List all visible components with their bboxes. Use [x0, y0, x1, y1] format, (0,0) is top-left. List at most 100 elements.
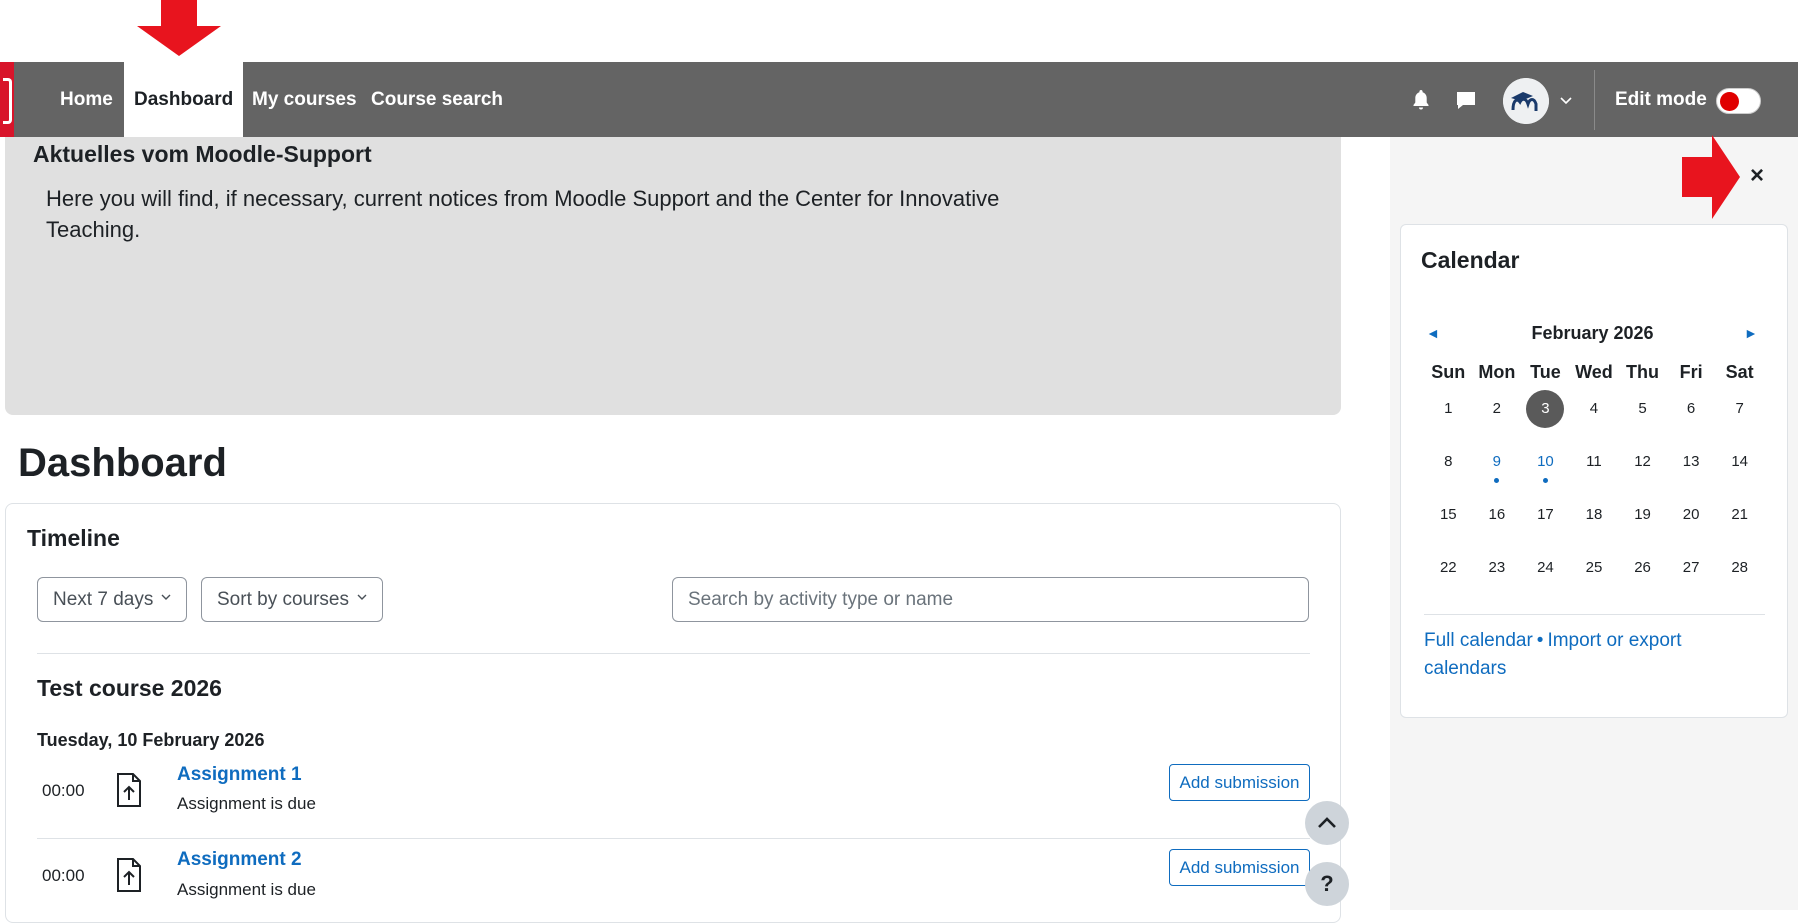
divider [37, 838, 1310, 839]
calendar-day-number: 14 [1731, 453, 1748, 470]
day-filter-label: Next 7 days [53, 589, 154, 610]
nav-course-search[interactable]: Course search [361, 62, 513, 137]
event-subtitle: Assignment is due [177, 880, 316, 899]
nav-home[interactable]: Home [50, 62, 123, 137]
calendar-day-number: 28 [1731, 559, 1748, 576]
calendar-day: 17 [1521, 496, 1570, 549]
calendar-footer-links: Full calendar • Import or export calendars [1424, 627, 1754, 683]
top-band [0, 0, 1798, 62]
calendar-day-number: 20 [1682, 506, 1700, 523]
calendar-day: 22 [1424, 549, 1473, 602]
user-menu-chevron-down-icon[interactable] [1559, 93, 1573, 107]
calendar-day: 5 [1618, 390, 1667, 443]
calendar-week-row: 8 9 10 11 12 13 14 [1424, 443, 1764, 496]
edit-mode-label: Edit mode [1615, 89, 1707, 110]
calendar-day: 28 [1715, 549, 1764, 602]
calendar-day: 1 [1424, 390, 1473, 443]
calendar-day-number: 25 [1585, 559, 1603, 576]
full-calendar-link[interactable]: Full calendar [1424, 630, 1533, 651]
event-time: 00:00 [42, 866, 85, 885]
chat-icon[interactable] [1454, 88, 1478, 112]
calendar-day: 20 [1667, 496, 1716, 549]
calendar-day-number: 6 [1686, 400, 1696, 417]
user-avatar-icon [1503, 78, 1549, 124]
calendar-day-number: 1 [1444, 400, 1453, 417]
bell-icon[interactable] [1409, 88, 1433, 112]
annotation-arrow-down-icon [137, 0, 221, 56]
weekday-label: Fri [1679, 362, 1703, 382]
back-to-top-button[interactable] [1305, 801, 1349, 845]
event-link-assignment-1[interactable]: Assignment 1 [177, 764, 302, 786]
add-submission-button[interactable]: Add submission [1169, 849, 1310, 886]
calendar-day: 4 [1570, 390, 1619, 443]
calendar-day-number[interactable]: 9 [1478, 443, 1516, 481]
calendar-day: 12 [1618, 443, 1667, 496]
calendar-day-number: 17 [1537, 506, 1554, 523]
add-submission-button[interactable]: Add submission [1169, 764, 1310, 801]
avatar[interactable] [1503, 78, 1549, 124]
calendar-today: 3 [1526, 390, 1565, 428]
calendar-day-number: 22 [1439, 559, 1457, 576]
calendar-day-number: 24 [1537, 559, 1554, 576]
close-drawer-button[interactable]: × [1750, 162, 1764, 190]
day-filter-dropdown[interactable]: Next 7 days [37, 577, 188, 622]
calendar-day: 27 [1667, 549, 1716, 602]
event-time: 00:00 [42, 781, 85, 800]
chevron-down-icon [357, 594, 367, 600]
assignment-upload-icon [117, 773, 141, 807]
calendar-day-number: 12 [1634, 453, 1651, 470]
calendar-day: 24 [1521, 549, 1570, 602]
calendar-day: 15 [1424, 496, 1473, 549]
help-button[interactable]: ? [1305, 862, 1349, 906]
notice-title: Aktuelles vom Moodle-Support [33, 141, 372, 167]
toggle-knob [1720, 92, 1739, 111]
calendar-week-row: 15 16 17 18 19 20 21 [1424, 496, 1764, 549]
weekday-label: Mon [1478, 362, 1516, 382]
calendar-day: 7 [1715, 390, 1764, 443]
calendar-day-number[interactable]: 10 [1526, 443, 1564, 481]
previous-month-arrow-icon[interactable]: ◄ [1426, 325, 1440, 341]
edit-mode-toggle[interactable] [1716, 88, 1761, 114]
calendar-day-number: 15 [1439, 506, 1457, 523]
calendar-title: Calendar [1421, 247, 1520, 273]
calendar-day-number: 19 [1634, 506, 1651, 523]
next-month-arrow-icon[interactable]: ► [1744, 325, 1758, 341]
calendar-day-number: 23 [1488, 559, 1506, 576]
calendar-day-number: 4 [1589, 400, 1599, 417]
timeline-search-input[interactable] [672, 577, 1309, 622]
calendar-day: 23 [1473, 549, 1522, 602]
divider [1424, 614, 1765, 615]
nav-dashboard[interactable]: Dashboard [124, 62, 244, 137]
event-indicator-dot [1542, 478, 1548, 483]
chevron-down-icon [161, 594, 171, 600]
calendar-day: 26 [1618, 549, 1667, 602]
calendar-day[interactable]: 10 [1521, 443, 1570, 496]
event-indicator-dot [1494, 478, 1500, 483]
notice-text: Here you will find, if necessary, curren… [46, 186, 1000, 242]
calendar-day: 14 [1715, 443, 1764, 496]
event-link-assignment-2[interactable]: Assignment 2 [177, 849, 302, 871]
nav-my-courses[interactable]: My courses [242, 62, 367, 137]
calendar-day: 13 [1667, 443, 1716, 496]
calendar-day: 18 [1570, 496, 1619, 549]
calendar-day-number: 11 [1586, 453, 1602, 470]
support-notice [5, 137, 1341, 415]
site-logo[interactable] [0, 62, 14, 137]
weekday-label: Sat [1725, 362, 1754, 382]
calendar-day-number: 13 [1682, 453, 1700, 470]
date-heading: Tuesday, 10 February 2026 [37, 730, 265, 750]
weekday-label: Thu [1626, 362, 1660, 382]
event-subtitle: Assignment is due [177, 794, 316, 813]
weekday-label: Tue [1530, 362, 1561, 382]
sort-dropdown[interactable]: Sort by courses [201, 577, 383, 622]
calendar-day-number: 26 [1634, 559, 1651, 576]
calendar-day-number: 27 [1682, 559, 1700, 576]
calendar-week-row: 22 23 24 25 26 27 28 [1424, 549, 1764, 602]
calendar-day: 16 [1473, 496, 1522, 549]
calendar-day[interactable]: 9 [1473, 443, 1522, 496]
weekday-label: Wed [1575, 362, 1613, 382]
calendar-day-number: 21 [1731, 506, 1748, 523]
calendar-day-number: 8 [1444, 453, 1453, 470]
calendar-day: 2 [1473, 390, 1522, 443]
calendar-day-number: 5 [1638, 400, 1647, 417]
